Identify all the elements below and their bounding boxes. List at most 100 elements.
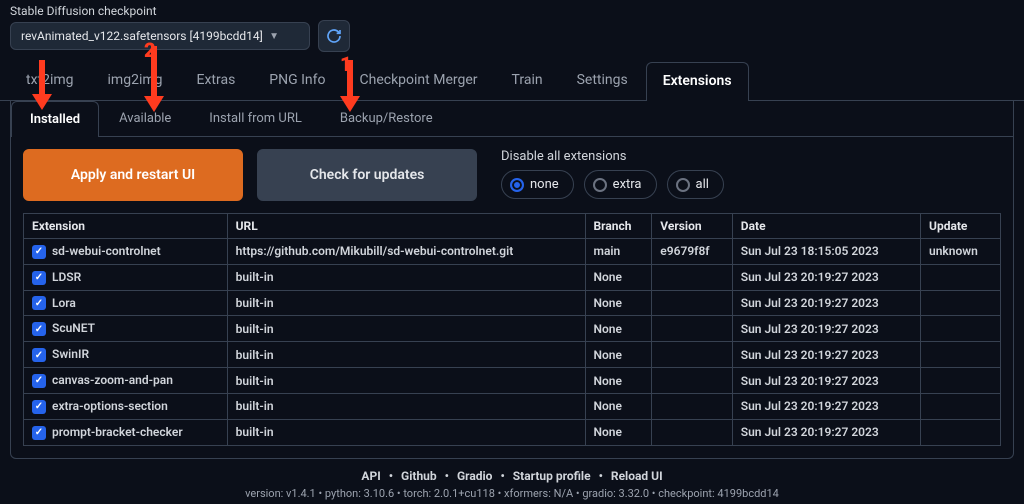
cell-branch: None (585, 419, 652, 445)
cell-date: Sun Jul 23 20:19:27 2023 (732, 393, 920, 419)
radio-dot-icon (510, 178, 524, 192)
tab-checkpoint-merger[interactable]: Checkpoint Merger (344, 62, 494, 100)
cell-version (652, 264, 732, 290)
cell-version (652, 393, 732, 419)
cell-date: Sun Jul 23 20:19:27 2023 (732, 342, 920, 368)
cell-date: Sun Jul 23 20:19:27 2023 (732, 368, 920, 394)
sub-tabs: InstalledAvailableInstall from URLBackup… (11, 101, 1013, 137)
extension-name: canvas-zoom-and-pan (52, 373, 173, 387)
extension-checkbox[interactable]: ✓ (32, 374, 46, 388)
caret-down-icon: ▼ (269, 31, 279, 42)
tab-settings[interactable]: Settings (561, 62, 644, 100)
tab-png-info[interactable]: PNG Info (253, 62, 341, 100)
cell-update: unknown (921, 239, 1001, 265)
cell-update (921, 393, 1001, 419)
table-row: ✓canvas-zoom-and-panbuilt-inNoneSun Jul … (24, 368, 1001, 394)
table-row: ✓Lorabuilt-inNoneSun Jul 23 20:19:27 202… (24, 290, 1001, 316)
table-row: ✓SwinIRbuilt-inNoneSun Jul 23 20:19:27 2… (24, 342, 1001, 368)
extension-checkbox[interactable]: ✓ (32, 322, 46, 336)
subtab-backup-restore[interactable]: Backup/Restore (322, 101, 451, 136)
extension-checkbox[interactable]: ✓ (32, 426, 46, 440)
cell-branch: None (585, 342, 652, 368)
subtab-installed[interactable]: Installed (11, 101, 99, 137)
checkpoint-select[interactable]: revAnimated_v122.safetensors [4199bcdd14… (10, 22, 310, 50)
subtab-available[interactable]: Available (101, 101, 189, 136)
radio-all[interactable]: all (667, 170, 724, 199)
col-url: URL (227, 214, 585, 239)
cell-update (921, 419, 1001, 445)
disable-extensions-label: Disable all extensions (501, 149, 724, 164)
table-row: ✓ sd-webui-controlnet https://github.com/M… (24, 239, 1001, 265)
refresh-icon (326, 28, 342, 44)
cell-date: Sun Jul 23 18:15:05 2023 (732, 239, 920, 265)
checkpoint-value: revAnimated_v122.safetensors [4199bcdd14… (21, 29, 263, 43)
tab-train[interactable]: Train (496, 62, 559, 100)
tab-img2img[interactable]: img2img (92, 62, 179, 100)
extension-name: LDSR (52, 270, 81, 284)
main-tabs: txt2imgimg2imgExtrasPNG InfoCheckpoint M… (0, 62, 1024, 101)
cell-url: built-in (227, 419, 585, 445)
table-row: ✓extra-options-sectionbuilt-inNoneSun Ju… (24, 393, 1001, 419)
tab-txt2img[interactable]: txt2img (10, 62, 90, 100)
cell-url: https://github.com/Mikubill/sd-webui-con… (227, 239, 585, 265)
extension-name: Lora (52, 296, 76, 310)
cell-date: Sun Jul 23 20:19:27 2023 (732, 419, 920, 445)
tab-extras[interactable]: Extras (181, 62, 252, 100)
extension-checkbox[interactable]: ✓ (32, 271, 46, 285)
cell-update (921, 342, 1001, 368)
cell-version (652, 368, 732, 394)
radio-dot-icon (593, 178, 607, 192)
cell-update (921, 368, 1001, 394)
radio-label: none (530, 177, 559, 192)
radio-none[interactable]: none (501, 170, 574, 199)
col-date: Date (732, 214, 920, 239)
extension-name: prompt-bracket-checker (52, 425, 183, 439)
radio-label: all (696, 177, 709, 192)
cell-update (921, 290, 1001, 316)
cell-update (921, 264, 1001, 290)
extension-name: sd-webui-controlnet (52, 244, 161, 258)
cell-date: Sun Jul 23 20:19:27 2023 (732, 290, 920, 316)
extensions-table: ExtensionURLBranchVersionDateUpdate ✓sd-… (23, 213, 1001, 446)
cell-url: built-in (227, 316, 585, 342)
col-branch: Branch (585, 214, 652, 239)
col-update: Update (921, 214, 1001, 239)
footer-link-api[interactable]: API (361, 469, 380, 483)
cell-version (652, 419, 732, 445)
cell-branch: None (585, 316, 652, 342)
cell-date: Sun Jul 23 20:19:27 2023 (732, 316, 920, 342)
extension-checkbox[interactable]: ✓ (32, 296, 46, 310)
apply-restart-button[interactable]: Apply and restart UI (23, 149, 243, 201)
cell-update (921, 316, 1001, 342)
cell-date: Sun Jul 23 20:19:27 2023 (732, 264, 920, 290)
extension-name: extra-options-section (52, 399, 168, 413)
col-version: Version (652, 214, 732, 239)
footer-link-gradio[interactable]: Gradio (457, 469, 493, 483)
extension-checkbox[interactable]: ✓ (32, 245, 46, 259)
extension-checkbox[interactable]: ✓ (32, 400, 46, 414)
disable-radio-group: none extra all (501, 170, 724, 199)
cell-url: built-in (227, 342, 585, 368)
radio-extra[interactable]: extra (584, 170, 657, 199)
table-row: ✓ LDSR built-inNone Sun Jul 23 20:19:27 202… (24, 264, 1001, 290)
cell-version (652, 316, 732, 342)
extension-checkbox[interactable]: ✓ (32, 348, 46, 362)
table-row: ✓ prompt-bracket-checker built-inNone Sun J… (24, 419, 1001, 445)
tab-extensions[interactable]: Extensions (646, 62, 749, 101)
cell-url: built-in (227, 264, 585, 290)
cell-version (652, 290, 732, 316)
cell-branch: None (585, 393, 652, 419)
cell-branch: None (585, 290, 652, 316)
cell-branch: main (585, 239, 652, 265)
footer-link-reload-ui[interactable]: Reload UI (611, 469, 663, 483)
cell-version: e9679f8f (652, 239, 732, 265)
refresh-button[interactable] (318, 20, 350, 52)
extension-name: ScuNET (52, 321, 95, 335)
subtab-install-from-url[interactable]: Install from URL (191, 101, 320, 136)
footer-link-startup-profile[interactable]: Startup profile (513, 469, 591, 483)
footer-link-github[interactable]: Github (401, 469, 437, 483)
cell-branch: None (585, 368, 652, 394)
table-row: ✓ ScuNET built-inNone Sun Jul 23 20:19:27 2… (24, 316, 1001, 342)
cell-branch: None (585, 264, 652, 290)
check-updates-button[interactable]: Check for updates (257, 149, 477, 201)
